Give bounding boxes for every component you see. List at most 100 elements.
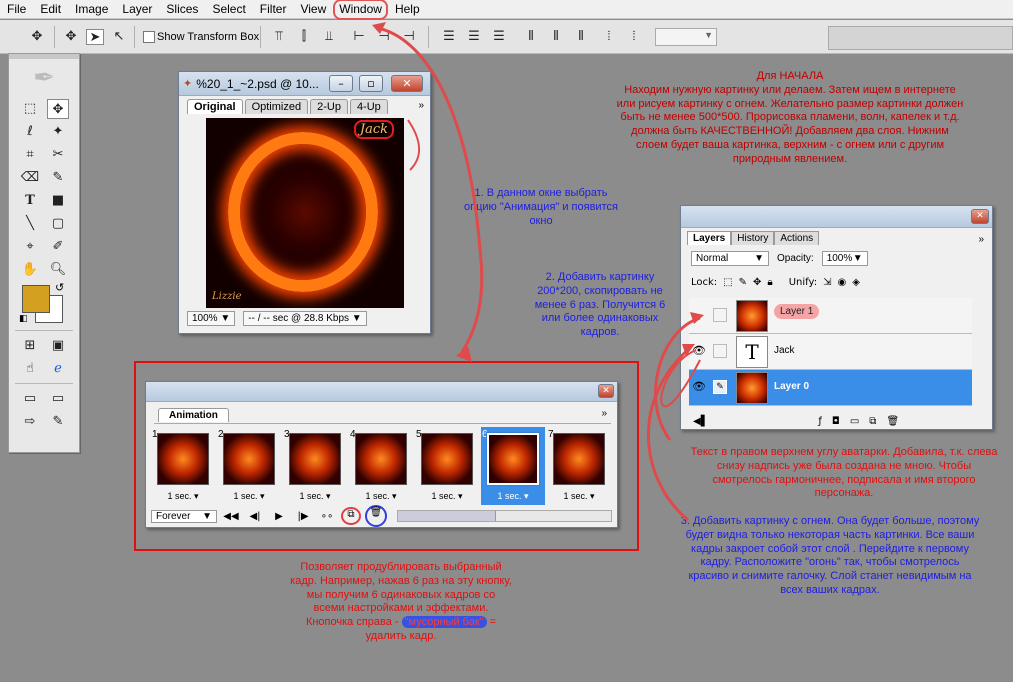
distribute-top-icon[interactable]: ☰	[440, 29, 458, 45]
menu-select[interactable]: Select	[205, 1, 252, 18]
frame-delay[interactable]: 1 sec. ▾	[547, 491, 611, 502]
previous-frame-icon[interactable]: ◀|	[245, 511, 265, 522]
menu-image[interactable]: Image	[68, 1, 115, 18]
default-colors-icon[interactable]: ◧	[19, 314, 28, 324]
distribute-bottom-icon[interactable]: ☰	[490, 29, 508, 45]
distribute-height-icon[interactable]: ⦙	[625, 29, 643, 45]
tab-2-up[interactable]: 2-Up	[310, 99, 348, 114]
tab-4-up[interactable]: 4-Up	[349, 99, 388, 114]
menu-edit[interactable]: Edit	[33, 1, 68, 18]
swap-colors-icon[interactable]: ↺	[55, 281, 64, 294]
animation-frame[interactable]: 7 1 sec. ▾	[547, 427, 611, 505]
tween-icon[interactable]: ∘∘	[317, 511, 337, 522]
scroll-arrows-icon[interactable]: ◀▌	[693, 416, 708, 427]
unify-position-icon[interactable]: ⇲	[823, 277, 831, 288]
opacity-dropdown[interactable]: 100% ▼	[821, 251, 868, 266]
unify-visibility-icon[interactable]: ◉	[837, 277, 846, 288]
layer-row-selected[interactable]: 👁︎ ✎ Layer 0	[689, 370, 972, 406]
distribute-hcenter-icon[interactable]: ⦀	[547, 29, 565, 45]
frame-delay[interactable]: 1 sec. ▾	[283, 491, 347, 502]
toggle-slices-icon[interactable]: ▣	[47, 336, 69, 356]
layer-row[interactable]: Layer 1	[689, 298, 972, 334]
direct-select-icon[interactable]: ↖	[110, 29, 128, 45]
palette-menu-icon[interactable]: »	[978, 234, 984, 245]
close-button[interactable]: ✕	[391, 75, 423, 92]
minimize-button[interactable]: –	[329, 75, 353, 92]
align-vcenter-icon[interactable]: ⫿	[295, 29, 313, 45]
blend-mode-dropdown[interactable]: Normal ▼	[691, 251, 769, 266]
eyedropper-tool-icon[interactable]: ✐	[47, 237, 69, 257]
trash-icon[interactable]: 🗑︎	[886, 416, 899, 427]
layer-style-icon[interactable]: ƒ	[818, 416, 822, 427]
distribute-right-icon[interactable]: ⦀	[572, 29, 590, 45]
animation-frame-selected[interactable]: 6 1 sec. ▾	[481, 427, 545, 505]
foreground-color[interactable]	[22, 285, 50, 313]
frame-delay[interactable]: 1 sec. ▾	[481, 491, 545, 502]
line-tool-icon[interactable]: ╲	[19, 214, 41, 234]
preview-in-browser-icon[interactable]: ℯ	[47, 359, 69, 379]
eraser-tool-icon[interactable]: ⌫	[19, 168, 41, 188]
tabs-more-icon[interactable]: »	[418, 100, 424, 111]
rectangle-tool-icon[interactable]: ■	[47, 191, 69, 211]
tab-animation[interactable]: Animation	[158, 408, 229, 422]
jump-to-photoshop-icon[interactable]: ⇨	[19, 412, 41, 432]
select-arrow-icon[interactable]: ➤	[86, 29, 104, 45]
magic-wand-tool-icon[interactable]: ✦	[47, 122, 69, 142]
close-button[interactable]: ✕	[971, 209, 989, 224]
layer-row[interactable]: 👁︎ T Jack	[689, 334, 972, 370]
menu-layer[interactable]: Layer	[115, 1, 159, 18]
hand-tool-icon[interactable]: ✋	[19, 260, 41, 280]
next-frame-icon[interactable]: |▶	[293, 511, 313, 522]
frames-scrollbar[interactable]	[397, 510, 612, 522]
visibility-toggle[interactable]	[691, 307, 707, 323]
tab-layers[interactable]: Layers	[687, 231, 732, 245]
move-tool-icon[interactable]: ✥	[47, 98, 69, 119]
new-layer-icon[interactable]: ⧉	[869, 416, 876, 427]
crop-tool-icon[interactable]: ⌗	[19, 145, 41, 165]
new-set-icon[interactable]: ▭	[850, 416, 859, 427]
move-tool-option-icon[interactable]: ✥	[62, 29, 80, 45]
distribute-vcenter-icon[interactable]: ☰	[465, 29, 483, 45]
close-button[interactable]: ✕	[598, 384, 614, 398]
align-hcenter-icon[interactable]: ⊣	[375, 29, 393, 45]
imageready-logo-icon[interactable]: ✒	[9, 59, 79, 97]
lasso-tool-icon[interactable]: ℓ	[19, 122, 41, 142]
align-top-icon[interactable]: ⫪	[270, 29, 288, 45]
distribute-left-icon[interactable]: ⦀	[522, 29, 540, 45]
menu-filter[interactable]: Filter	[253, 1, 294, 18]
duplicate-frame-button[interactable]: ⧉	[341, 507, 361, 525]
slice-tool-icon[interactable]: ✂	[47, 145, 69, 165]
unify-style-icon[interactable]: ◈	[852, 277, 860, 288]
layer-mask-icon[interactable]: ◘	[832, 416, 840, 427]
lock-position-icon[interactable]: ✥	[753, 277, 761, 288]
frame-delay[interactable]: 1 sec. ▾	[217, 491, 281, 502]
animation-titlebar[interactable]	[146, 382, 617, 402]
screen-mode-standard-icon[interactable]: ▭	[19, 389, 41, 409]
frame-delay[interactable]: 1 sec. ▾	[415, 491, 479, 502]
distribute-width-icon[interactable]: ⦙	[600, 29, 618, 45]
scrollbar-thumb[interactable]	[398, 511, 496, 521]
menu-slices[interactable]: Slices	[159, 1, 205, 18]
frame-delay[interactable]: 1 sec. ▾	[349, 491, 413, 502]
move-tool-icon[interactable]: ✥	[28, 29, 46, 45]
brush-icon[interactable]: ✎	[713, 380, 727, 394]
first-frame-icon[interactable]: ◀◀	[221, 511, 241, 522]
link-toggle[interactable]	[713, 344, 727, 358]
rounded-rect-tool-icon[interactable]: ▢	[47, 214, 69, 234]
loop-dropdown[interactable]: Forever ▼	[151, 509, 217, 523]
animation-frame[interactable]: 5 1 sec. ▾	[415, 427, 479, 505]
crop2-tool-icon[interactable]: ⌖	[19, 237, 41, 257]
animation-frame[interactable]: 3 1 sec. ▾	[283, 427, 347, 505]
delete-frame-button[interactable]: 🗑︎	[365, 505, 387, 527]
zoom-tool-icon[interactable]: 🔍︎	[47, 260, 69, 280]
menu-view[interactable]: View	[293, 1, 333, 18]
brush-tool-icon[interactable]: ✎	[47, 168, 69, 188]
type-tool-icon[interactable]: T	[19, 191, 41, 211]
eye-icon[interactable]: 👁︎	[691, 343, 707, 359]
palette-menu-icon[interactable]: »	[601, 408, 607, 419]
tab-history[interactable]: History	[731, 231, 775, 245]
layers-titlebar[interactable]	[681, 206, 992, 228]
download-time-dropdown[interactable]: -- / -- sec @ 28.8 Kbps ▼	[243, 311, 367, 326]
tab-optimized[interactable]: Optimized	[244, 99, 309, 114]
artwork-canvas[interactable]: Jack Lizzie	[206, 118, 404, 308]
